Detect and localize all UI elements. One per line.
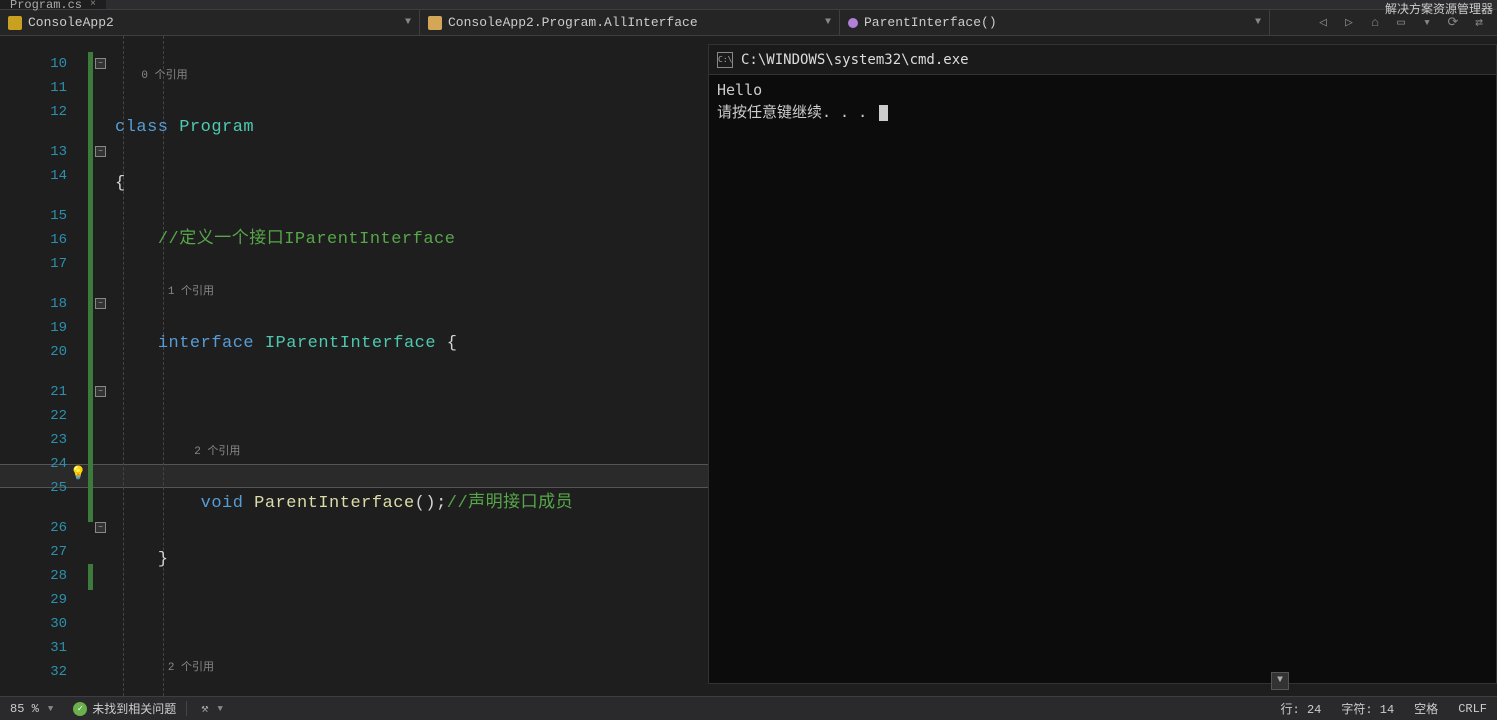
- line-number: 24: [0, 452, 67, 476]
- console-title-text: C:\WINDOWS\system32\cmd.exe: [741, 52, 969, 68]
- fold-toggle-icon[interactable]: −: [95, 146, 106, 157]
- build-tool[interactable]: ⚒ ▼: [186, 701, 233, 716]
- cursor-char[interactable]: 字符: 14: [1331, 700, 1404, 717]
- scroll-down-button[interactable]: ▼: [1271, 672, 1289, 690]
- line-number: 25: [0, 476, 67, 500]
- fold-toggle-icon[interactable]: −: [95, 58, 106, 69]
- console-line: 请按任意键继续. . .: [717, 101, 1488, 123]
- codelens-ref[interactable]: 2 个引用: [194, 446, 240, 458]
- line-number: 13: [0, 140, 67, 164]
- line-number: 12: [0, 100, 67, 124]
- line-number: 11: [0, 76, 67, 100]
- line-number: 10: [0, 52, 67, 76]
- line-number: 22: [0, 404, 67, 428]
- breadcrumb-project-label: ConsoleApp2: [28, 15, 114, 30]
- chevron-down-icon[interactable]: ▼: [217, 704, 222, 714]
- console-window: C:\ C:\WINDOWS\system32\cmd.exe Hello 请按…: [708, 44, 1497, 684]
- status-bar: 85 %▼ ✓ 未找到相关问题 ⚒ ▼ 行: 24 字符: 14 空格 CRLF: [0, 696, 1497, 720]
- cursor-icon: [879, 105, 888, 121]
- line-number: 14: [0, 164, 67, 188]
- nav-forward-icon[interactable]: ▷: [1341, 15, 1357, 31]
- csharp-file-icon: [8, 16, 22, 30]
- code-editor[interactable]: 10 11 12 13 14 15 16 17 18 19 20 21 22 2…: [0, 36, 708, 696]
- breadcrumb-method[interactable]: ParentInterface() ▼: [840, 10, 1270, 35]
- file-tab-bar: Program.cs × 解决方案资源管理器: [0, 0, 1497, 10]
- breadcrumb-project[interactable]: ConsoleApp2 ▼: [0, 10, 420, 35]
- chevron-down-icon[interactable]: ▼: [405, 17, 411, 28]
- nav-back-icon[interactable]: ◁: [1315, 15, 1331, 31]
- fold-toggle-icon[interactable]: −: [95, 386, 106, 397]
- console-titlebar[interactable]: C:\ C:\WINDOWS\system32\cmd.exe: [709, 45, 1496, 75]
- breadcrumb-class[interactable]: ConsoleApp2.Program.AllInterface ▼: [420, 10, 840, 35]
- cursor-line[interactable]: 行: 24: [1271, 700, 1332, 717]
- hammer-icon: ⚒: [201, 701, 208, 716]
- line-number: 23: [0, 428, 67, 452]
- line-number: 32: [0, 660, 67, 684]
- breadcrumb-class-label: ConsoleApp2.Program.AllInterface: [448, 15, 698, 30]
- class-icon: [428, 16, 442, 30]
- close-icon[interactable]: ×: [90, 0, 96, 10]
- chevron-down-icon[interactable]: ▼: [1255, 17, 1261, 28]
- line-number: 31: [0, 636, 67, 660]
- line-number: 15: [0, 204, 67, 228]
- method-icon: [848, 18, 858, 28]
- line-number: 30: [0, 612, 67, 636]
- home-icon[interactable]: ⌂: [1367, 15, 1383, 31]
- codelens-ref[interactable]: 2 个引用: [168, 662, 214, 674]
- breadcrumb-bar: ConsoleApp2 ▼ ConsoleApp2.Program.AllInt…: [0, 10, 1497, 36]
- fold-toggle-icon[interactable]: −: [95, 522, 106, 533]
- cmd-icon: C:\: [717, 52, 733, 68]
- line-number: 19: [0, 316, 67, 340]
- breadcrumb-method-label: ParentInterface(): [864, 15, 997, 30]
- line-ending[interactable]: CRLF: [1448, 700, 1497, 717]
- line-number: 29: [0, 588, 67, 612]
- line-number: 17: [0, 252, 67, 276]
- console-output[interactable]: Hello 请按任意键继续. . .: [709, 75, 1496, 127]
- indent-mode[interactable]: 空格: [1404, 700, 1448, 717]
- line-number: 16: [0, 228, 67, 252]
- fold-gutter: − − − − −: [95, 36, 113, 696]
- line-number: 26: [0, 516, 67, 540]
- chevron-down-icon[interactable]: ▼: [825, 17, 831, 28]
- lightbulb-icon[interactable]: 💡: [70, 466, 86, 481]
- codelens-ref[interactable]: 0 个引用: [141, 70, 187, 82]
- issues-status[interactable]: ✓ 未找到相关问题: [63, 700, 186, 717]
- file-tab-label: Program.cs: [10, 0, 82, 12]
- line-number-gutter: 10 11 12 13 14 15 16 17 18 19 20 21 22 2…: [0, 36, 75, 696]
- line-number: 27: [0, 540, 67, 564]
- line-number: 28: [0, 564, 67, 588]
- check-circle-icon: ✓: [73, 702, 87, 716]
- fold-toggle-icon[interactable]: −: [95, 298, 106, 309]
- code-content[interactable]: 0 个引用 class Program { //定义一个接口IParentInt…: [115, 36, 708, 696]
- solution-explorer-label[interactable]: 解决方案资源管理器: [1385, 0, 1493, 17]
- line-number: 20: [0, 340, 67, 364]
- console-line: Hello: [717, 79, 1488, 101]
- codelens-ref[interactable]: 1 个引用: [168, 286, 214, 298]
- line-number: 18: [0, 292, 67, 316]
- file-tab-program[interactable]: Program.cs ×: [0, 0, 106, 9]
- modification-bar: [88, 36, 93, 696]
- line-number: 21: [0, 380, 67, 404]
- chevron-down-icon[interactable]: ▼: [48, 704, 53, 714]
- zoom-level[interactable]: 85 %▼: [0, 702, 63, 716]
